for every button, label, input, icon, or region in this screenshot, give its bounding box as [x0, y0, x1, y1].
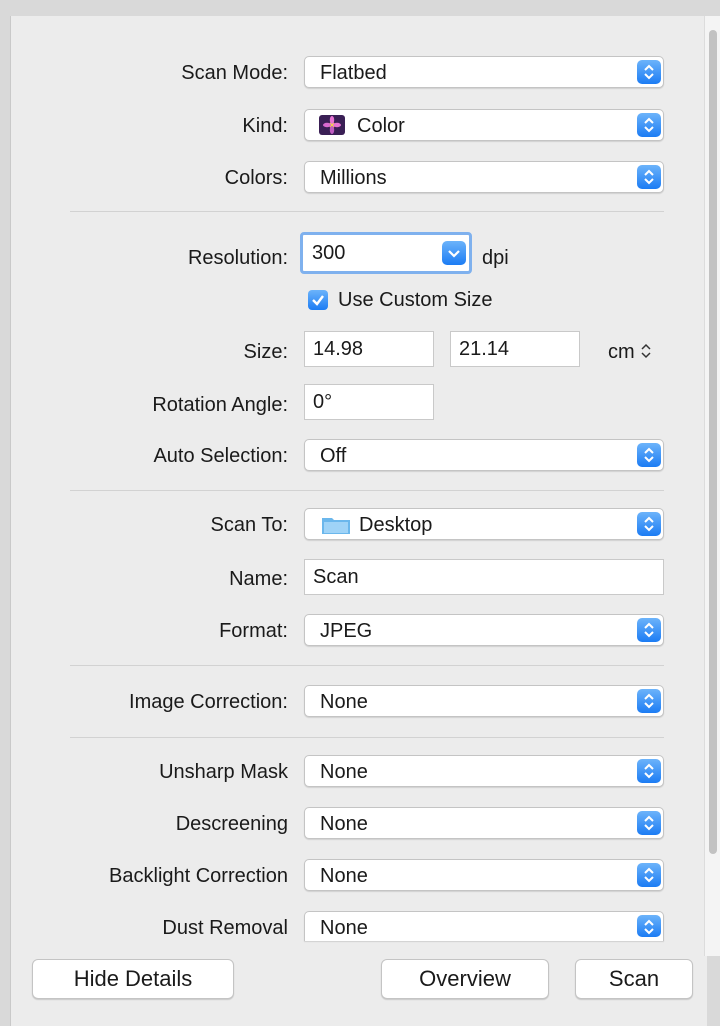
auto-selection-popup[interactable]: Off [304, 439, 664, 471]
image-correction-label: Image Correction: [129, 691, 288, 713]
popup-arrows-icon [637, 165, 661, 189]
format-popup[interactable]: JPEG [304, 614, 664, 646]
kind-value: Color [357, 115, 405, 137]
size-width-field[interactable]: 14.98 [304, 331, 434, 367]
kind-label: Kind: [242, 115, 288, 137]
resolution-unit: dpi [482, 247, 509, 269]
descreening-value: None [320, 813, 368, 835]
image-correction-popup[interactable]: None [304, 685, 664, 717]
popup-arrows-icon [637, 443, 661, 467]
colors-label: Colors: [224, 167, 288, 189]
custom-size-checkbox[interactable] [308, 290, 328, 310]
scan-mode-value: Flatbed [320, 62, 387, 84]
auto-selection-label: Auto Selection: [153, 445, 288, 467]
colors-value: Millions [320, 167, 387, 189]
rotation-angle-field[interactable]: 0° [304, 384, 434, 420]
scan-mode-label: Scan Mode: [181, 62, 288, 84]
color-flower-icon [319, 115, 345, 135]
descreening-label: Descreening [175, 813, 288, 835]
size-unit-value: cm [608, 341, 635, 363]
colors-popup[interactable]: Millions [304, 161, 664, 193]
separator [70, 665, 664, 666]
popup-arrows-icon [637, 863, 661, 887]
name-label: Name: [229, 568, 288, 590]
separator [70, 737, 664, 738]
separator [70, 211, 664, 212]
checkmark-icon [312, 295, 324, 306]
folder-icon [321, 515, 351, 535]
scan-to-label: Scan To: [210, 514, 288, 536]
dust-removal-label: Dust Removal [162, 917, 288, 939]
format-value: JPEG [320, 620, 373, 642]
popup-arrows-icon [637, 618, 661, 642]
scrollbar-thumb[interactable] [709, 30, 717, 854]
popup-arrows-icon [637, 759, 661, 783]
size-label: Size: [243, 341, 288, 363]
updown-arrows-icon [641, 343, 651, 359]
popup-arrows-icon [637, 113, 661, 137]
scan-button[interactable]: Scan [575, 959, 693, 999]
custom-size-label[interactable]: Use Custom Size [338, 289, 493, 312]
size-unit-popup[interactable]: cm [608, 341, 652, 364]
scan-mode-popup[interactable]: Flatbed [304, 56, 664, 88]
overview-button[interactable]: Overview [381, 959, 549, 999]
name-field[interactable]: Scan [304, 559, 664, 595]
dust-removal-value: None [320, 917, 368, 939]
unsharp-mask-label: Unsharp Mask [159, 761, 288, 783]
popup-arrows-icon [637, 689, 661, 713]
scan-to-popup[interactable]: Desktop [304, 508, 664, 540]
backlight-correction-label: Backlight Correction [109, 865, 288, 887]
resolution-value: 300 [312, 242, 346, 264]
backlight-correction-popup[interactable]: None [304, 859, 664, 891]
popup-arrows-icon [637, 512, 661, 536]
resolution-label: Resolution: [187, 247, 288, 269]
hide-details-button[interactable]: Hide Details [32, 959, 234, 999]
unsharp-mask-popup[interactable]: None [304, 755, 664, 787]
auto-selection-value: Off [320, 445, 347, 467]
popup-arrows-icon [637, 811, 661, 835]
separator [70, 490, 664, 491]
descreening-popup[interactable]: None [304, 807, 664, 839]
size-height-field[interactable]: 21.14 [450, 331, 580, 367]
rotation-label: Rotation Angle: [152, 394, 288, 416]
popup-arrows-icon [637, 60, 661, 84]
image-correction-value: None [320, 691, 368, 713]
dust-removal-popup[interactable]: None [304, 911, 664, 941]
popup-arrows-icon [637, 915, 661, 937]
kind-popup[interactable]: Color [304, 109, 664, 141]
resolution-combobox[interactable]: 300 [300, 232, 472, 274]
unsharp-mask-value: None [320, 761, 368, 783]
chevron-down-icon[interactable] [442, 241, 466, 265]
scan-to-value: Desktop [359, 514, 433, 536]
backlight-correction-value: None [320, 865, 368, 887]
format-label: Format: [219, 620, 288, 642]
